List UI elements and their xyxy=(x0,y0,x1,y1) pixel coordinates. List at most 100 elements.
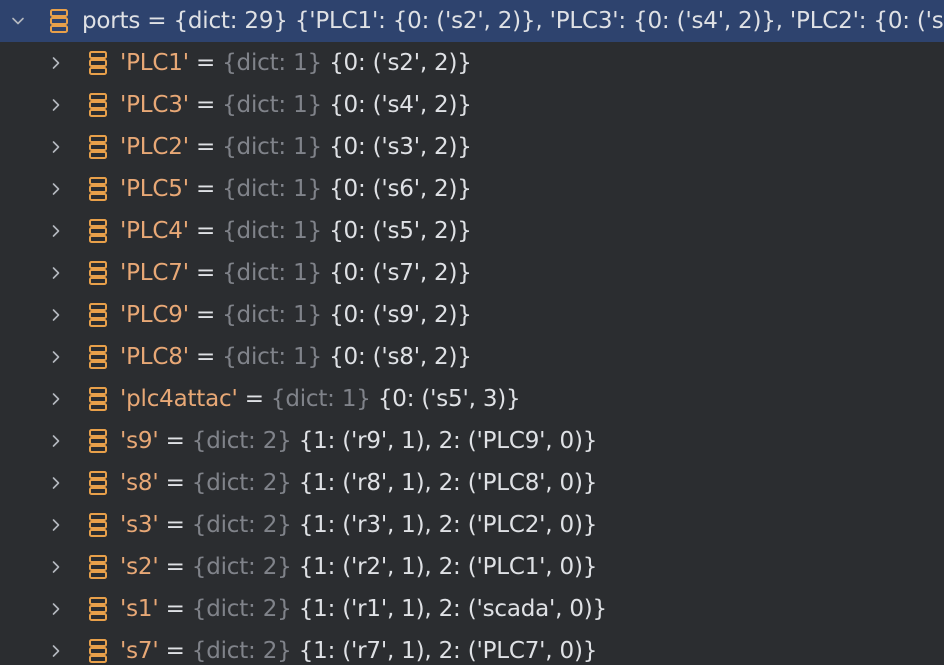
dict-key: 'PLC7' xyxy=(120,260,189,286)
tree-row-ports[interactable]: ports = {dict: 29} {'PLC1': {0: ('s2', 2… xyxy=(0,0,944,42)
dict-key: 'PLC3' xyxy=(120,92,189,118)
tree-row[interactable]: 'PLC5' = {dict: 1} {0: ('s6', 2)} xyxy=(0,168,944,210)
chevron-right-icon[interactable] xyxy=(44,513,68,537)
debugger-variables-tree: ports = {dict: 29} {'PLC1': {0: ('s2', 2… xyxy=(0,0,944,665)
type-label: {dict: 2} xyxy=(191,512,292,538)
chevron-right-icon[interactable] xyxy=(44,303,68,327)
chevron-right-icon[interactable] xyxy=(44,93,68,117)
type-label: {dict: 1} xyxy=(270,386,371,412)
chevron-right-icon[interactable] xyxy=(44,219,68,243)
dict-icon xyxy=(87,512,109,538)
tree-row[interactable]: 'PLC1' = {dict: 1} {0: ('s2', 2)} xyxy=(0,42,944,84)
variable-text: 'PLC5' = {dict: 1} {0: ('s6', 2)} xyxy=(120,168,472,210)
dict-key: 's1' xyxy=(120,596,159,622)
chevron-right-icon[interactable] xyxy=(44,639,68,663)
chevron-right-icon[interactable] xyxy=(44,261,68,285)
type-label: {dict: 1} xyxy=(222,218,322,244)
chevron-right-icon[interactable] xyxy=(44,597,68,621)
separator: = xyxy=(140,8,174,34)
separator: = xyxy=(158,512,192,538)
dict-icon xyxy=(87,470,109,496)
value-preview: {0: ('s9', 2)} xyxy=(329,302,472,328)
dict-key: 'PLC9' xyxy=(120,302,189,328)
tree-row[interactable]: 'PLC9' = {dict: 1} {0: ('s9', 2)} xyxy=(0,294,944,336)
variable-name: ports xyxy=(82,8,141,34)
dict-key: 'PLC8' xyxy=(120,344,189,370)
separator: = xyxy=(158,596,192,622)
variable-text: ports = {dict: 29} {'PLC1': {0: ('s2', 2… xyxy=(82,0,944,42)
chevron-right-icon[interactable] xyxy=(44,177,68,201)
type-label: {dict: 1} xyxy=(222,134,322,160)
dict-key: 's8' xyxy=(120,470,159,496)
variable-text: 'PLC8' = {dict: 1} {0: ('s8', 2)} xyxy=(120,336,472,378)
type-label: {dict: 1} xyxy=(222,344,322,370)
chevron-right-icon[interactable] xyxy=(44,555,68,579)
chevron-right-icon[interactable] xyxy=(44,429,68,453)
tree-row[interactable]: 's2' = {dict: 2} {1: ('r2', 1), 2: ('PLC… xyxy=(0,546,944,588)
separator: = xyxy=(158,428,192,454)
tree-row[interactable]: 's8' = {dict: 2} {1: ('r8', 1), 2: ('PLC… xyxy=(0,462,944,504)
chevron-right-icon[interactable] xyxy=(44,51,68,75)
variable-text: 's7' = {dict: 2} {1: ('r7', 1), 2: ('PLC… xyxy=(120,630,597,665)
type-label: {dict: 2} xyxy=(191,596,292,622)
type-label: {dict: 2} xyxy=(191,554,292,580)
dict-icon xyxy=(87,176,109,202)
separator: = xyxy=(188,260,223,286)
value-preview: {0: ('s8', 2)} xyxy=(329,344,472,370)
tree-row[interactable]: 's1' = {dict: 2} {1: ('r1', 1), 2: ('sca… xyxy=(0,588,944,630)
dict-icon xyxy=(87,134,109,160)
tree-row[interactable]: 'PLC8' = {dict: 1} {0: ('s8', 2)} xyxy=(0,336,944,378)
chevron-right-icon[interactable] xyxy=(44,387,68,411)
variable-text: 'PLC3' = {dict: 1} {0: ('s4', 2)} xyxy=(120,84,472,126)
value-preview: {0: ('s7', 2)} xyxy=(329,260,472,286)
tree-row[interactable]: 'PLC7' = {dict: 1} {0: ('s7', 2)} xyxy=(0,252,944,294)
tree-row[interactable]: 'plc4attac' = {dict: 1} {0: ('s5', 3)} xyxy=(0,378,944,420)
separator: = xyxy=(237,386,271,412)
value-preview: {0: ('s6', 2)} xyxy=(329,176,472,202)
tree-row[interactable]: 'PLC3' = {dict: 1} {0: ('s4', 2)} xyxy=(0,84,944,126)
dict-key: 's7' xyxy=(120,638,159,664)
dict-key: 'plc4attac' xyxy=(120,386,238,412)
separator: = xyxy=(188,134,223,160)
separator: = xyxy=(158,470,192,496)
tree-row[interactable]: 's9' = {dict: 2} {1: ('r9', 1), 2: ('PLC… xyxy=(0,420,944,462)
dict-icon xyxy=(87,218,109,244)
chevron-right-icon[interactable] xyxy=(44,471,68,495)
dict-icon xyxy=(87,638,109,664)
value-preview: {0: ('s4', 2)} xyxy=(329,92,472,118)
dict-icon xyxy=(87,596,109,622)
value-preview: {1: ('r3', 1), 2: ('PLC2', 0)} xyxy=(298,512,598,538)
dict-icon xyxy=(87,554,109,580)
type-label: {dict: 1} xyxy=(222,176,322,202)
tree-row[interactable]: 'PLC4' = {dict: 1} {0: ('s5', 2)} xyxy=(0,210,944,252)
value-preview: {0: ('s2', 2)} xyxy=(329,50,472,76)
variable-text: 'PLC9' = {dict: 1} {0: ('s9', 2)} xyxy=(120,294,472,336)
variable-text: 'PLC2' = {dict: 1} {0: ('s3', 2)} xyxy=(120,126,472,168)
tree-row[interactable]: 's3' = {dict: 2} {1: ('r3', 1), 2: ('PLC… xyxy=(0,504,944,546)
type-label: {dict: 1} xyxy=(222,302,322,328)
separator: = xyxy=(188,302,223,328)
value-preview: {0: ('s5', 3)} xyxy=(377,386,521,412)
dict-key: 's3' xyxy=(120,512,159,538)
separator: = xyxy=(188,50,223,76)
dict-icon xyxy=(87,428,109,454)
dict-icon xyxy=(48,8,70,34)
variable-text: 'PLC4' = {dict: 1} {0: ('s5', 2)} xyxy=(120,210,472,252)
chevron-right-icon[interactable] xyxy=(44,135,68,159)
separator: = xyxy=(158,638,192,664)
dict-icon xyxy=(87,302,109,328)
value-preview: {1: ('r2', 1), 2: ('PLC1', 0)} xyxy=(298,554,598,580)
separator: = xyxy=(188,176,223,202)
separator: = xyxy=(188,344,223,370)
tree-row[interactable]: 'PLC2' = {dict: 1} {0: ('s3', 2)} xyxy=(0,126,944,168)
value-preview: {0: ('s3', 2)} xyxy=(329,134,472,160)
chevron-down-icon[interactable] xyxy=(6,9,30,33)
dict-key: 's2' xyxy=(120,554,159,580)
variable-text: 'plc4attac' = {dict: 1} {0: ('s5', 3)} xyxy=(120,378,521,420)
tree-row[interactable]: 's7' = {dict: 2} {1: ('r7', 1), 2: ('PLC… xyxy=(0,630,944,665)
value-preview: {1: ('r7', 1), 2: ('PLC7', 0)} xyxy=(298,638,598,664)
chevron-right-icon[interactable] xyxy=(44,345,68,369)
variable-text: 'PLC7' = {dict: 1} {0: ('s7', 2)} xyxy=(120,252,472,294)
type-label: {dict: 2} xyxy=(191,470,292,496)
type-label: {dict: 29} xyxy=(173,8,288,34)
